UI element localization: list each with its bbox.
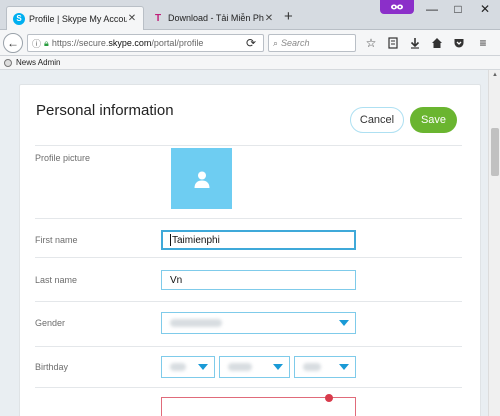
scrollbar-thumb[interactable] [491,128,499,176]
reload-icon[interactable]: ⟳ [242,34,260,52]
birthday-day-select[interactable] [161,356,215,378]
search-icon: ⌕ [273,37,279,48]
save-button[interactable]: Save [410,107,457,133]
private-browsing-mask-icon [380,0,414,14]
first-name-field[interactable]: Taimienphi [161,230,356,250]
divider [35,346,462,347]
skype-icon: S [13,12,25,25]
error-indicator-icon [325,394,333,402]
last-name-field[interactable]: Vn [161,270,356,290]
search-input[interactable]: ⌕ Search [268,34,356,52]
home-icon[interactable] [428,34,446,52]
taimienphi-icon: T [154,12,162,24]
pocket-icon[interactable] [450,34,468,52]
birthday-day-redacted [170,363,186,371]
chevron-down-icon [339,320,349,326]
download-icon[interactable] [406,34,424,52]
birthday-month-select[interactable] [219,356,290,378]
divider [35,301,462,302]
profile-picture-label: Profile picture [35,153,91,163]
new-tab-button[interactable]: + [284,9,293,25]
chevron-down-icon [339,364,349,370]
url-scheme: https://secure. [51,38,109,48]
first-name-label: First name [35,235,78,245]
navigation-toolbar: ← ⓘ 🔒︎ https://secure. skype.com/portal/p… [0,30,500,56]
url-path: /portal/profile [151,38,204,48]
gender-label: Gender [35,318,66,328]
divider [35,145,462,146]
birthday-label: Birthday [35,362,69,372]
page-title: Personal information [36,102,174,119]
text-cursor [170,234,171,246]
bookmark-news-admin[interactable]: News Admin [16,58,60,67]
scroll-up-arrow-icon[interactable]: ▲ [492,72,498,78]
gender-value-redacted [170,319,222,327]
next-field-partial[interactable] [161,394,356,416]
bookmarks-toolbar: News Admin [0,56,500,70]
tab-label: Profile | Skype My Account [29,13,127,24]
last-name-label: Last name [35,275,78,285]
back-button[interactable]: ← [3,33,23,53]
bookmark-star-icon[interactable]: ☆ [362,34,380,52]
back-arrow-icon: ← [7,36,19,50]
first-name-value: Taimienphi [172,234,220,246]
personal-info-card: Personal information Cancel Save Profile… [19,84,481,416]
reading-list-icon[interactable] [384,34,402,52]
vertical-scrollbar[interactable]: ▲ [488,70,500,416]
menu-icon[interactable]: ≡ [474,34,492,52]
chevron-down-icon [273,364,283,370]
divider [35,387,462,388]
maximize-button[interactable]: □ [448,2,468,16]
divider [35,257,462,258]
cancel-button[interactable]: Cancel [350,107,404,133]
profile-picture[interactable] [171,148,232,209]
address-bar[interactable]: ⓘ 🔒︎ https://secure. skype.com/portal/pro… [27,34,264,52]
tab-strip: S Profile | Skype My Account ✕ T Downloa… [0,0,500,30]
tab-skype-profile[interactable]: S Profile | Skype My Account ✕ [6,6,144,30]
gender-select[interactable] [161,312,356,334]
window-close-button[interactable]: ✕ [475,2,495,16]
chevron-down-icon [198,364,208,370]
user-silhouette-icon [194,171,209,188]
birthday-month-redacted [228,363,252,371]
lock-icon[interactable]: 🔒︎ [44,38,49,49]
tab-download[interactable]: T Download - Tải Miễn Phí ... ✕ [146,6,280,30]
tab-label: Download - Tải Miễn Phí ... [168,13,264,23]
url-host: skype.com [108,38,152,48]
tab-close-icon[interactable]: ✕ [127,13,137,24]
minimize-button[interactable]: — [422,2,442,16]
tab-close-icon[interactable]: ✕ [264,13,274,24]
divider [35,218,462,219]
search-placeholder: Search [281,38,310,48]
page-viewport: Personal information Cancel Save Profile… [0,70,500,416]
info-icon[interactable]: ⓘ [32,37,41,50]
birthday-year-select[interactable] [294,356,356,378]
last-name-value: Vn [170,274,183,286]
birthday-year-redacted [303,363,321,371]
globe-icon [4,58,12,67]
